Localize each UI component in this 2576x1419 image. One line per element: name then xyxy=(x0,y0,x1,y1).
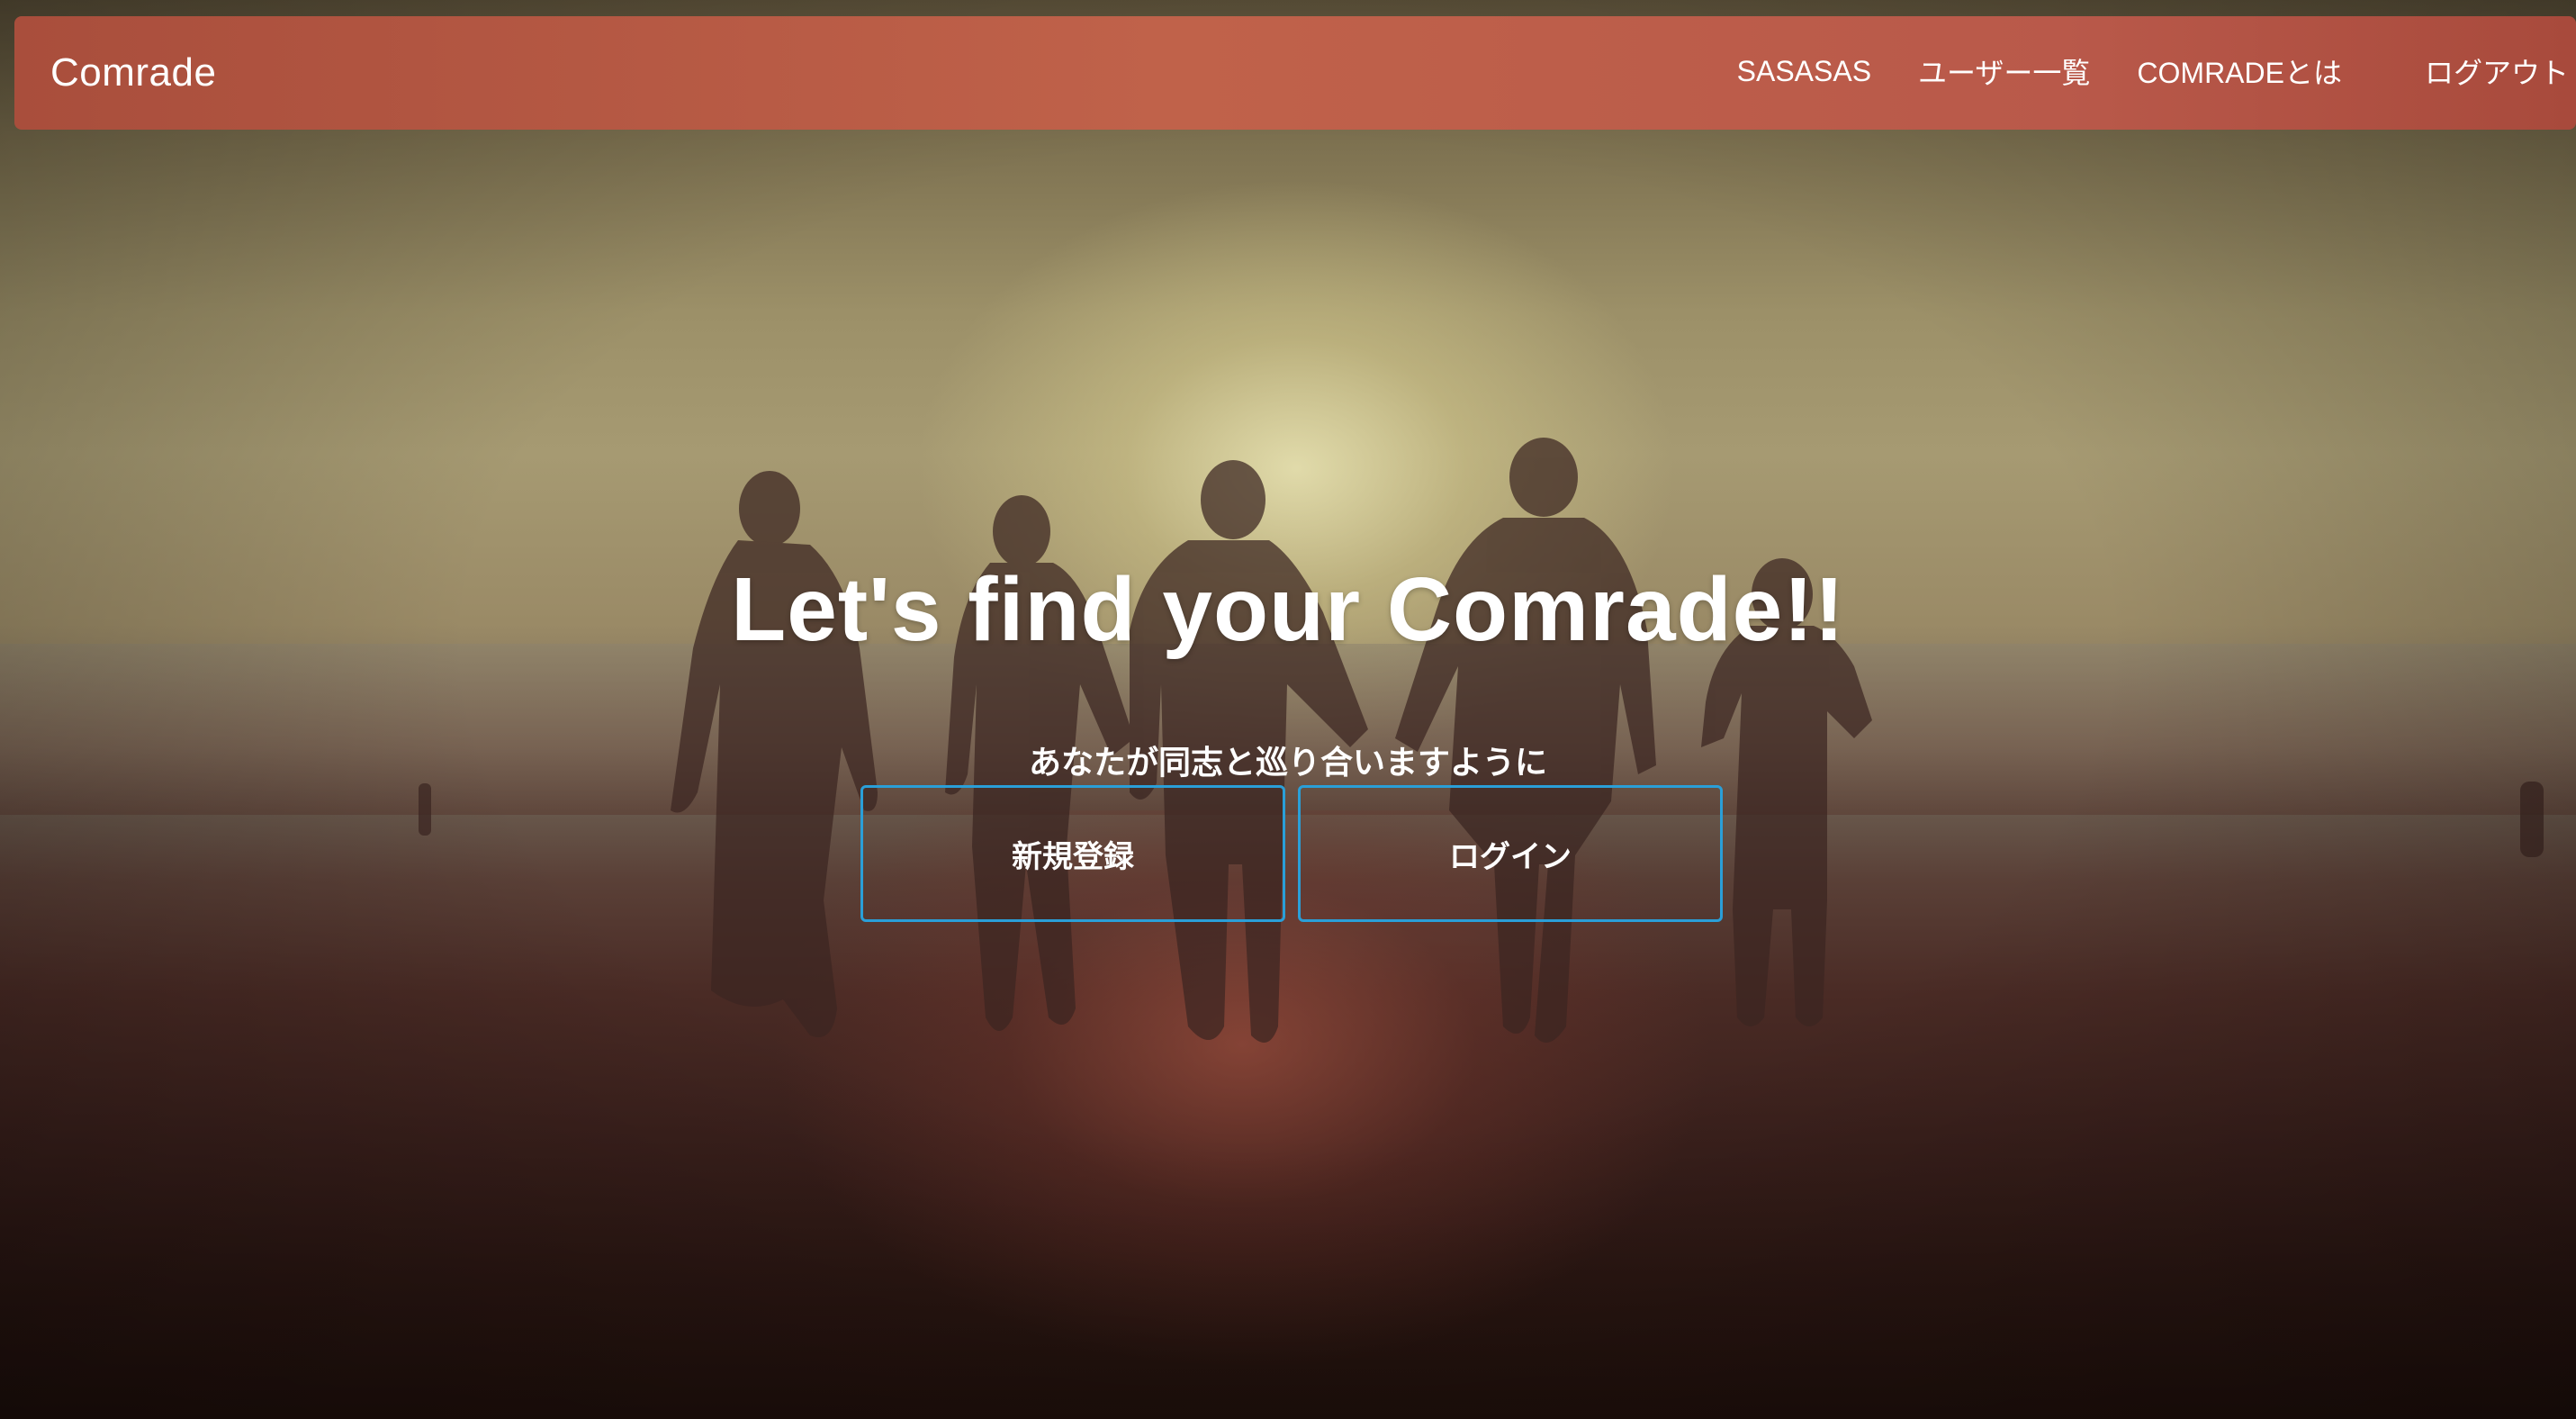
top-navbar: Comrade SASASAS ユーザー一覧 COMRADEとは ログアウト xyxy=(14,16,2576,130)
nav-link-sasasas[interactable]: SASASAS xyxy=(1737,55,1871,88)
login-button[interactable]: ログイン xyxy=(1298,785,1723,922)
nav-link-logout[interactable]: ログアウト xyxy=(2425,50,2569,92)
landing-page: Comrade SASASAS ユーザー一覧 COMRADEとは ログアウト L… xyxy=(0,0,2576,1419)
hero-button-row: 新規登録 ログイン xyxy=(860,785,1723,922)
brand-logo-link[interactable]: Comrade xyxy=(50,50,216,95)
hero-subtitle: あなたが同志と巡り合いますように xyxy=(1028,745,1547,782)
nav-links: SASASAS ユーザー一覧 COMRADEとは ログアウト xyxy=(1690,50,2569,92)
vignette-overlay xyxy=(0,0,2576,1419)
nav-link-about-comrade[interactable]: COMRADEとは xyxy=(2137,50,2342,92)
register-button[interactable]: 新規登録 xyxy=(860,785,1285,922)
hero-title: Let's find your Comrade!! xyxy=(731,559,1845,660)
nav-link-user-list[interactable]: ユーザー一覧 xyxy=(1918,50,2090,92)
